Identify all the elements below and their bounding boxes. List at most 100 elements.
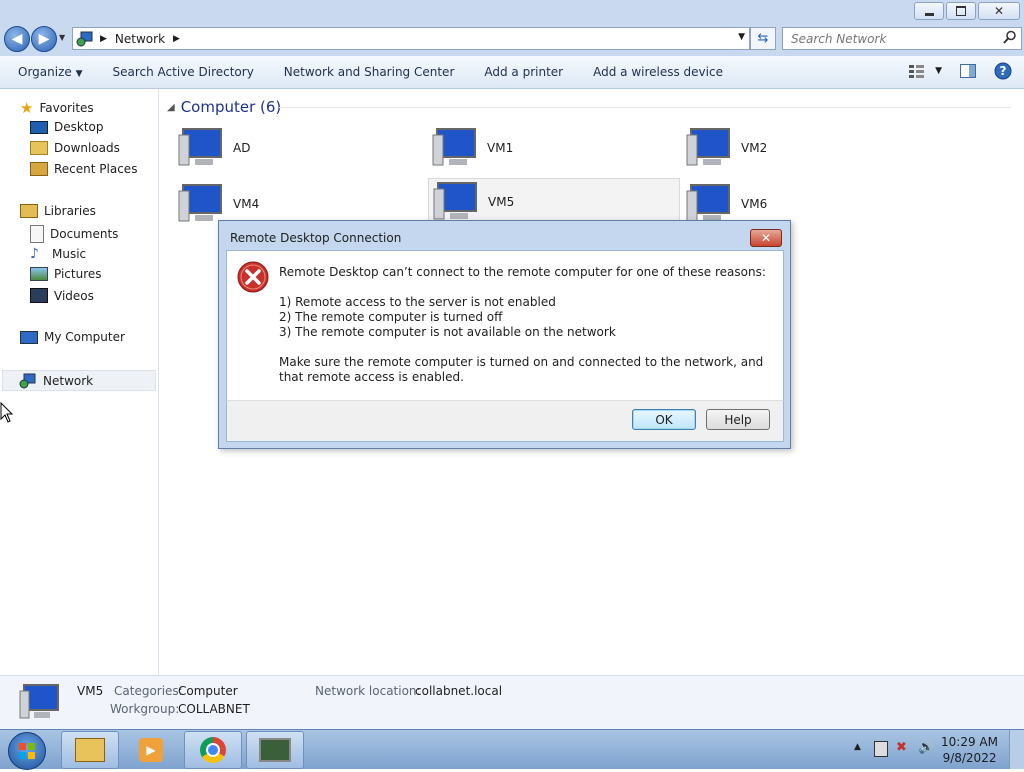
recent-pages-dropdown-icon[interactable]: ▼ bbox=[59, 33, 65, 42]
computer-icon bbox=[20, 330, 38, 344]
computer-name: VM5 bbox=[488, 195, 515, 209]
details-categories-label: Categories: bbox=[114, 684, 183, 698]
details-workgroup-value: COLLABNET bbox=[178, 702, 250, 716]
details-location-label: Network location: bbox=[315, 684, 421, 698]
media-player-icon: ▶ bbox=[139, 738, 163, 762]
dialog-footer: OK Help bbox=[226, 400, 784, 442]
reason-1: 1) Remote access to the server is not en… bbox=[279, 295, 556, 309]
address-bar[interactable]: ▶ Network ▶ ▼ bbox=[72, 27, 750, 50]
nav-favorites[interactable]: ★ Favorites bbox=[20, 99, 94, 117]
music-icon: ♪ bbox=[30, 246, 39, 262]
computer-item[interactable]: VM1 bbox=[431, 125, 681, 171]
organize-label: Organize bbox=[18, 65, 72, 79]
taskbar-explorer-button[interactable] bbox=[61, 731, 119, 769]
nav-desktop-label: Desktop bbox=[54, 120, 104, 134]
remote-desktop-icon bbox=[259, 738, 291, 762]
nav-downloads[interactable]: Downloads bbox=[30, 141, 120, 155]
close-button[interactable]: ✕ bbox=[978, 2, 1020, 20]
group-header[interactable]: ◢ Computer (6) bbox=[167, 98, 281, 116]
search-input[interactable] bbox=[789, 28, 993, 49]
show-desktop-button[interactable] bbox=[1009, 730, 1024, 769]
nav-documents-label: Documents bbox=[50, 227, 119, 241]
computer-icon bbox=[178, 128, 222, 166]
error-icon bbox=[237, 261, 269, 293]
network-sharing-center-button[interactable]: Network and Sharing Center bbox=[284, 65, 455, 79]
computer-name: VM6 bbox=[741, 197, 768, 211]
taskbar-chrome-button[interactable] bbox=[184, 731, 242, 769]
computer-item[interactable]: VM2 bbox=[685, 125, 935, 171]
nav-downloads-label: Downloads bbox=[54, 141, 120, 155]
preview-pane-icon[interactable] bbox=[960, 64, 976, 78]
breadcrumb-network[interactable]: Network bbox=[115, 32, 165, 46]
desktop-icon bbox=[30, 120, 48, 134]
breadcrumb-separator-icon: ▶ bbox=[100, 33, 107, 44]
nav-recent-places[interactable]: Recent Places bbox=[30, 162, 137, 176]
taskbar-remote-desktop-button[interactable] bbox=[246, 731, 304, 769]
libraries-icon bbox=[20, 204, 38, 218]
dropdown-arrow-icon: ▼ bbox=[75, 69, 83, 79]
computer-item[interactable]: AD bbox=[177, 125, 427, 171]
nav-my-computer-label: My Computer bbox=[44, 330, 125, 344]
action-center-icon[interactable] bbox=[874, 741, 888, 757]
add-wireless-device-button[interactable]: Add a wireless device bbox=[593, 65, 723, 79]
help-icon[interactable]: ? bbox=[994, 62, 1012, 80]
change-view-button[interactable]: ▼ bbox=[909, 64, 942, 78]
add-printer-button[interactable]: Add a printer bbox=[484, 65, 563, 79]
search-icon[interactable] bbox=[1003, 30, 1017, 44]
nav-network-label: Network bbox=[43, 373, 94, 388]
search-active-directory-button[interactable]: Search Active Directory bbox=[113, 65, 254, 79]
show-hidden-icons-icon[interactable]: ▲ bbox=[854, 742, 861, 752]
nav-music[interactable]: ♪ Music bbox=[30, 246, 86, 262]
network-status-icon[interactable]: ✖ bbox=[896, 740, 907, 755]
reason-3: 3) The remote computer is not available … bbox=[279, 325, 616, 339]
dialog-close-button[interactable]: ✕ bbox=[750, 229, 782, 247]
reason-2: 2) The remote computer is turned off bbox=[279, 310, 503, 324]
details-location-value: collabnet.local bbox=[415, 684, 503, 698]
nav-recent-label: Recent Places bbox=[54, 162, 138, 176]
taskbar-media-player-button[interactable]: ▶ bbox=[122, 731, 180, 769]
forward-button[interactable]: ▶ bbox=[31, 26, 57, 52]
nav-desktop[interactable]: Desktop bbox=[30, 120, 104, 134]
group-divider bbox=[279, 107, 1011, 108]
computer-name: VM1 bbox=[487, 141, 514, 155]
breadcrumb-chevron-icon[interactable]: ▶ bbox=[173, 34, 180, 44]
refresh-button[interactable]: ⇆ bbox=[750, 27, 776, 50]
refresh-icon: ⇆ bbox=[757, 31, 769, 46]
nav-libraries[interactable]: Libraries bbox=[20, 204, 96, 218]
nav-libraries-label: Libraries bbox=[44, 204, 96, 218]
computer-icon bbox=[686, 128, 730, 166]
organize-menu[interactable]: Organize ▼ bbox=[18, 65, 83, 79]
pictures-icon bbox=[30, 267, 48, 281]
restore-button[interactable] bbox=[946, 2, 976, 20]
search-box[interactable] bbox=[782, 27, 1022, 50]
taskbar: ▶ ▲ ✖ 🔊 10:29 AM 9/8/2022 bbox=[0, 729, 1024, 770]
details-name: VM5 bbox=[77, 684, 104, 698]
nav-pictures[interactable]: Pictures bbox=[30, 267, 102, 281]
computer-item-selected[interactable]: VM5 bbox=[428, 178, 680, 226]
ok-button[interactable]: OK bbox=[632, 409, 696, 430]
network-icon bbox=[19, 373, 36, 388]
minimize-button[interactable] bbox=[914, 2, 944, 20]
nav-network[interactable]: Network bbox=[2, 370, 156, 391]
nav-documents[interactable]: Documents bbox=[30, 225, 118, 243]
downloads-folder-icon bbox=[30, 141, 48, 155]
clock-time: 10:29 AM bbox=[941, 735, 998, 749]
restore-icon bbox=[956, 6, 966, 16]
help-button[interactable]: Help bbox=[706, 409, 770, 430]
view-icon bbox=[909, 65, 925, 78]
address-row: ◀ ▶ ▼ ▶ Network ▶ ▼ ⇆ bbox=[0, 22, 1024, 56]
computer-name: VM4 bbox=[233, 197, 260, 211]
minimize-icon bbox=[924, 12, 934, 16]
close-icon: ✕ bbox=[993, 4, 1005, 18]
address-dropdown-icon[interactable]: ▼ bbox=[738, 32, 745, 42]
nav-my-computer[interactable]: My Computer bbox=[20, 330, 125, 344]
nav-pictures-label: Pictures bbox=[54, 267, 102, 281]
details-workgroup-label: Workgroup: bbox=[110, 702, 180, 716]
clock[interactable]: 10:29 AM 9/8/2022 bbox=[941, 734, 998, 766]
start-button[interactable] bbox=[8, 732, 46, 770]
computer-name: VM2 bbox=[741, 141, 768, 155]
back-button[interactable]: ◀ bbox=[4, 26, 30, 52]
volume-icon[interactable]: 🔊 bbox=[918, 740, 934, 755]
nav-videos[interactable]: Videos bbox=[30, 288, 94, 303]
message-advice: Make sure the remote computer is turned … bbox=[279, 355, 764, 384]
